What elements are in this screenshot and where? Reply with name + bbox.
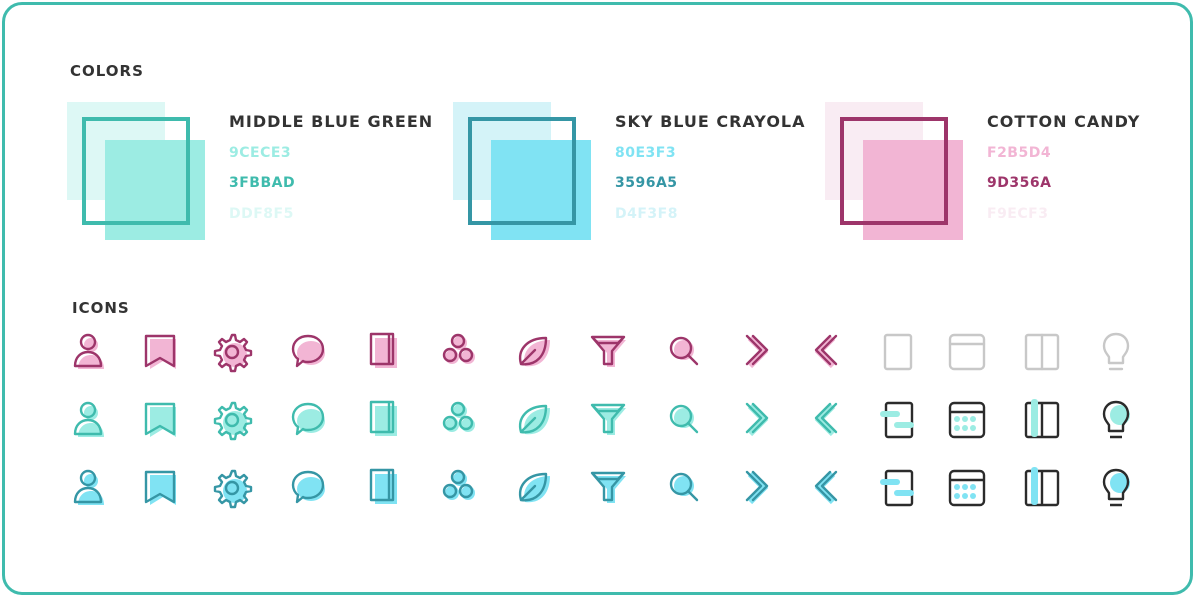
swatch-outline-square (82, 117, 190, 225)
leaf-icon (508, 394, 560, 446)
gear-icon (206, 462, 258, 514)
gear-icon (206, 326, 258, 378)
bookmark-icon (134, 462, 186, 514)
columns-icon (1014, 462, 1066, 514)
document-icon (357, 326, 409, 378)
funnel-icon (582, 462, 634, 514)
leaf-icon (508, 326, 560, 378)
funnel-icon (582, 326, 634, 378)
circles-icon (432, 326, 484, 378)
user-icon (62, 394, 114, 446)
hex-code: 9CECE3 (229, 145, 292, 161)
hex-code: F2B5D4 (987, 145, 1052, 161)
chevron-left-icon (797, 326, 849, 378)
search-icon (657, 326, 709, 378)
window-icon (940, 326, 992, 378)
color-swatch-2: SKY BLUE CRAYOLA 80E3F3 3596A5 D4F3F8 (453, 102, 843, 252)
user-icon (62, 326, 114, 378)
color-swatch-1: MIDDLE BLUE GREEN 9CECE3 3FBBAD DDF8F5 (67, 102, 457, 252)
colors-heading: COLORS (70, 62, 144, 80)
lightbulb-icon (1090, 394, 1142, 446)
user-icon (62, 462, 114, 514)
color-name: COTTON CANDY (987, 112, 1141, 131)
hex-code: 9D356A (987, 175, 1052, 191)
circles-icon (432, 394, 484, 446)
chat-bubble-icon (282, 394, 334, 446)
search-icon (657, 394, 709, 446)
gear-icon (206, 394, 258, 446)
swatch-outline-square (840, 117, 948, 225)
swatch-outline-square (468, 117, 576, 225)
tablet-icon (870, 394, 922, 446)
chevron-right-icon (730, 462, 782, 514)
chevron-left-icon (797, 394, 849, 446)
columns-icon (1014, 394, 1066, 446)
tablet-icon (870, 462, 922, 514)
document-icon (357, 394, 409, 446)
hex-code: 80E3F3 (615, 145, 677, 161)
document-icon (357, 462, 409, 514)
bookmark-icon (134, 326, 186, 378)
hex-code: 3FBBAD (229, 175, 296, 191)
color-name: MIDDLE BLUE GREEN (229, 112, 434, 131)
leaf-icon (508, 462, 560, 514)
lightbulb-icon (1090, 462, 1142, 514)
chevron-left-icon (797, 462, 849, 514)
chat-bubble-icon (282, 326, 334, 378)
icons-heading: ICONS (72, 299, 130, 317)
chevron-right-icon (730, 326, 782, 378)
chat-bubble-icon (282, 462, 334, 514)
bookmark-icon (134, 394, 186, 446)
hex-code: F9ECF3 (987, 206, 1049, 222)
search-icon (657, 462, 709, 514)
color-swatch-3: COTTON CANDY F2B5D4 9D356A F9ECF3 (825, 102, 1200, 252)
lightbulb-icon (1090, 326, 1142, 378)
columns-icon (1014, 326, 1066, 378)
hex-code: DDF8F5 (229, 206, 294, 222)
tablet-icon (870, 326, 922, 378)
funnel-icon (582, 394, 634, 446)
window-icon (940, 394, 992, 446)
color-name: SKY BLUE CRAYOLA (615, 112, 806, 131)
chevron-right-icon (730, 394, 782, 446)
circles-icon (432, 462, 484, 514)
hex-code: D4F3F8 (615, 206, 678, 222)
hex-code: 3596A5 (615, 175, 678, 191)
window-icon (940, 462, 992, 514)
